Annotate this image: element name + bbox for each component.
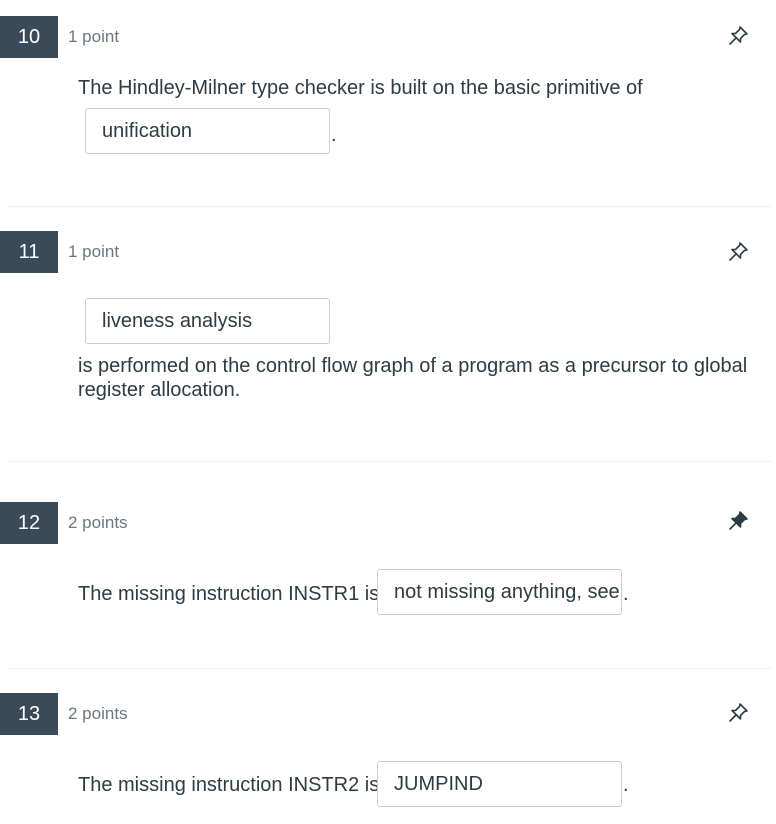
question-points: 2 points — [68, 704, 128, 723]
question-number: 10 — [0, 16, 58, 58]
question-points: 1 point — [68, 242, 120, 261]
pin-outline-icon[interactable] — [726, 701, 750, 725]
pin-outline-icon[interactable] — [726, 240, 750, 264]
answer-input[interactable]: liveness analysis — [85, 298, 330, 344]
answer-input[interactable]: JUMPIND — [377, 761, 622, 807]
divider — [8, 461, 772, 462]
period-text: . — [331, 124, 337, 146]
question-number: 12 — [0, 502, 58, 544]
answer-input[interactable]: not missing anything, see — [377, 569, 622, 615]
question-text: The Hindley-Milner type checker is built… — [78, 77, 643, 99]
pin-outline-icon[interactable] — [726, 24, 750, 48]
question-number: 13 — [0, 693, 58, 735]
question-text: register allocation. — [78, 379, 241, 401]
pin-filled-icon[interactable] — [726, 509, 750, 533]
divider — [8, 668, 772, 669]
question-number: 11 — [0, 231, 58, 273]
divider — [8, 206, 772, 207]
question-text: The missing instruction INSTR2 is — [78, 774, 380, 796]
answer-input[interactable]: unification — [85, 108, 330, 154]
question-text: The missing instruction INSTR1 is — [78, 583, 380, 605]
period-text: . — [623, 774, 629, 796]
question-points: 1 point — [68, 27, 120, 46]
question-points: 2 points — [68, 513, 128, 532]
question-text: is performed on the control flow graph o… — [78, 355, 748, 377]
period-text: . — [623, 583, 629, 605]
